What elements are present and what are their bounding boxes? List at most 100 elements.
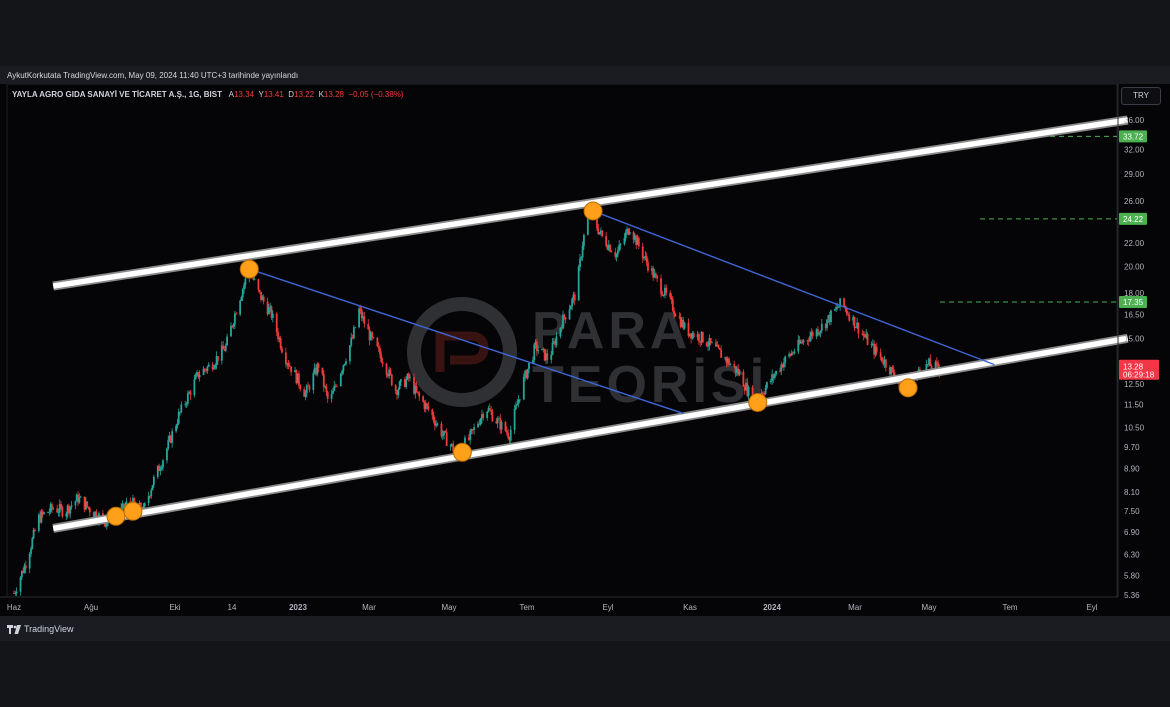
- candle-body: [299, 385, 302, 390]
- candle-body: [847, 313, 849, 315]
- candle-body: [563, 314, 566, 318]
- candle-body: [86, 501, 89, 507]
- candle-body: [226, 336, 228, 346]
- candle-body: [610, 251, 613, 253]
- candle-body: [509, 429, 512, 441]
- candle-body: [819, 330, 822, 333]
- candle-body: [78, 497, 81, 503]
- candle-body: [555, 336, 558, 346]
- candle-body: [358, 308, 360, 328]
- tradingview-logo-icon: [7, 624, 21, 634]
- x-tick-label: 2024: [763, 603, 781, 612]
- candle-body: [729, 364, 732, 366]
- candle-body: [271, 313, 274, 318]
- candle-body: [641, 246, 644, 259]
- candle-body: [583, 234, 585, 246]
- price-chart[interactable]: PARATEORİSİ 36.00 32.00 29.00 26.00 22.00 20.0…: [0, 84, 1170, 616]
- candle-body: [496, 418, 499, 424]
- candle-body: [779, 370, 781, 372]
- candle-body: [43, 512, 45, 514]
- candle-body: [176, 423, 179, 426]
- candle-body: [279, 338, 282, 349]
- candle-body: [298, 373, 300, 386]
- touch-marker-4: [452, 442, 472, 462]
- high-value: 13.41: [263, 90, 284, 99]
- candle-body: [290, 366, 293, 373]
- candle-body: [207, 364, 210, 367]
- x-tick-label: Kas: [683, 603, 697, 612]
- candle-body: [854, 327, 857, 329]
- candle-body: [784, 356, 787, 363]
- candle-body: [818, 332, 821, 335]
- candle-body: [526, 368, 529, 379]
- change-value: −0.05 (−0.38%): [348, 90, 404, 99]
- candle-body: [793, 351, 796, 354]
- candle-body: [239, 300, 242, 315]
- candle-body: [533, 344, 536, 360]
- candle-body: [645, 256, 648, 263]
- candle-body: [775, 370, 777, 375]
- candle-body: [431, 409, 434, 416]
- candle-body: [605, 236, 608, 246]
- candle-body: [669, 292, 672, 297]
- candle-body: [57, 512, 60, 514]
- candle-body: [891, 366, 894, 370]
- candle-body: [281, 348, 283, 353]
- candle-body: [580, 257, 583, 259]
- candle-body: [105, 523, 108, 527]
- candle-body: [372, 337, 375, 338]
- candle-body: [929, 358, 932, 367]
- candle-body: [52, 508, 55, 510]
- candle-body: [60, 503, 62, 508]
- candle-body: [317, 363, 320, 368]
- candle-body: [618, 244, 621, 251]
- candle-body: [312, 373, 315, 390]
- candle-body: [762, 392, 764, 394]
- candle-body: [88, 508, 91, 513]
- candle-body: [935, 361, 938, 364]
- candle-body: [491, 411, 494, 422]
- candle-body: [150, 490, 153, 497]
- symbol-name[interactable]: YAYLA AGRO GIDA SANAYİ VE TİCARET A.Ş., …: [12, 90, 222, 99]
- candle-body: [504, 421, 507, 431]
- candle-body: [518, 399, 521, 401]
- symbol-legend: YAYLA AGRO GIDA SANAYİ VE TİCARET A.Ş., …: [12, 90, 404, 99]
- candle-body: [598, 232, 601, 234]
- candle-body: [87, 506, 90, 509]
- candle-body: [427, 405, 430, 410]
- candle-body: [769, 380, 772, 383]
- candle-body: [15, 591, 18, 593]
- candle-body: [32, 529, 35, 539]
- x-tick-label: 2023: [289, 603, 307, 612]
- candle-body: [335, 385, 338, 387]
- candle-body: [837, 306, 840, 308]
- candle-body: [811, 332, 814, 337]
- candle-body: [490, 410, 493, 412]
- close-value: 13.28: [323, 90, 344, 99]
- candle-body: [305, 385, 308, 394]
- target-tag-label: 17.35: [1123, 298, 1144, 307]
- candle-body: [579, 258, 581, 267]
- candle-body: [581, 245, 584, 258]
- candle-body: [257, 279, 260, 291]
- candle-body: [532, 359, 534, 363]
- candle-body: [783, 362, 785, 368]
- candle-body: [206, 366, 209, 371]
- candle-body: [662, 295, 665, 297]
- candle-body: [884, 359, 887, 368]
- candle-body: [230, 325, 232, 337]
- tradingview-footer[interactable]: TradingView: [7, 624, 74, 634]
- candle-body: [550, 354, 553, 360]
- touch-marker-2: [123, 501, 143, 521]
- candle-body: [352, 327, 355, 339]
- candle-body: [224, 345, 227, 351]
- candle-body: [826, 319, 828, 329]
- x-tick-label: Eki: [169, 603, 180, 612]
- y-tick-label: 5.80: [1124, 571, 1140, 580]
- currency-button[interactable]: TRY: [1121, 87, 1161, 105]
- y-tick-label: 32.00: [1124, 145, 1145, 154]
- candle-body: [528, 362, 530, 369]
- candle-body: [766, 382, 768, 388]
- x-tick-label: Eyl: [602, 603, 613, 612]
- candle-body: [70, 505, 73, 507]
